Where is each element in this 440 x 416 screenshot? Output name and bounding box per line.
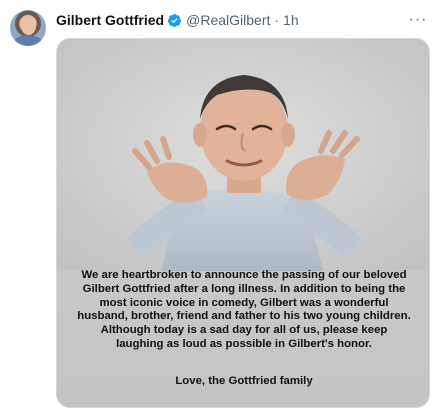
tweet-header: Gilbert Gottfried @RealGilbert · 1h <box>56 10 299 30</box>
author-handle[interactable]: @RealGilbert <box>186 12 270 28</box>
statement-text: We are heartbroken to announce the passi… <box>57 269 429 352</box>
tweet-timestamp[interactable]: 1h <box>283 12 299 28</box>
statement-line: husband, brother, friend and father to h… <box>77 310 411 323</box>
statement-line: Although today is a sad day for all of u… <box>100 324 388 337</box>
tweet[interactable]: Gilbert Gottfried @RealGilbert · 1h ··· <box>0 0 440 416</box>
separator-dot: · <box>274 12 280 28</box>
statement-line: Gilbert Gottfried after a long illness. … <box>82 282 406 295</box>
statement-signoff: Love, the Gottfried family <box>175 375 313 387</box>
avatar[interactable] <box>10 10 46 46</box>
tweet-media-image[interactable]: We are heartbroken to announce the passi… <box>56 38 430 408</box>
more-label: ··· <box>408 11 428 28</box>
author-name[interactable]: Gilbert Gottfried <box>56 12 164 28</box>
gilbert-photo <box>57 39 429 271</box>
statement-line: most iconic voice in comedy, Gilbert was… <box>99 296 389 309</box>
statement-line: We are heartbroken to announce the passi… <box>81 269 407 281</box>
avatar-face <box>21 17 36 35</box>
verified-badge-icon <box>168 13 182 27</box>
more-dots-icon[interactable]: ··· <box>408 10 428 30</box>
avatar-shirt <box>13 35 43 46</box>
statement-line: laughing as loud as possible in Gilbert'… <box>116 337 372 350</box>
